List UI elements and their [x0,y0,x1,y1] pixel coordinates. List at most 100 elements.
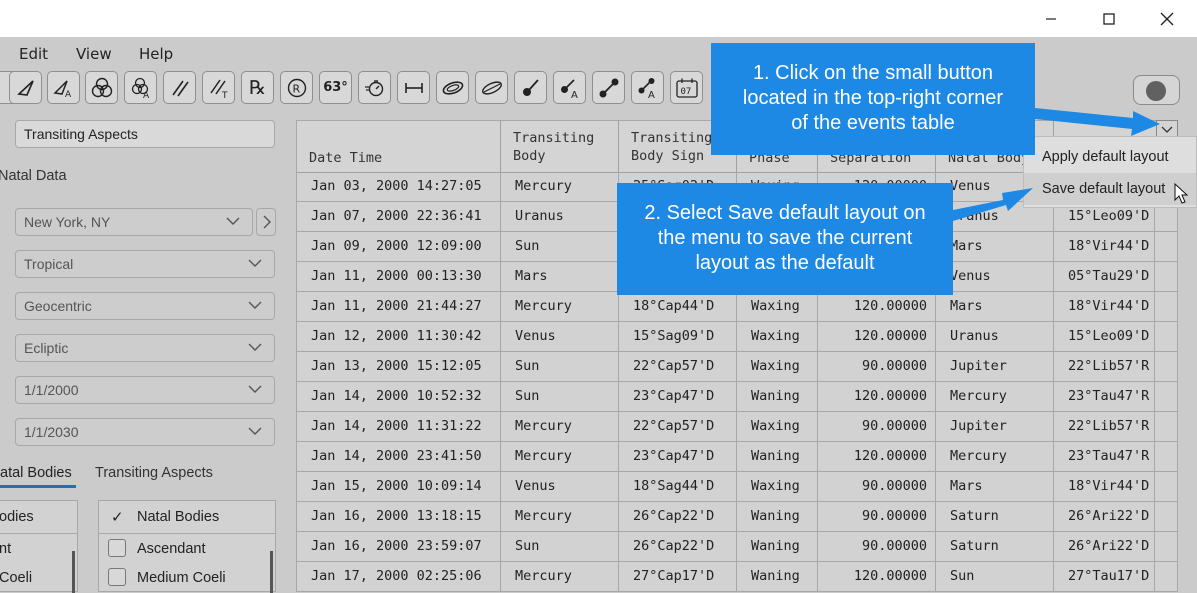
circles-button[interactable] [85,71,118,104]
scrollbar[interactable] [72,551,75,593]
header-label-line: Date Time [309,150,383,166]
end-date-picker[interactable]: 1/1/2030 [15,418,275,446]
location-expand-button[interactable] [256,208,276,236]
menu-bar: Edit View Help [0,37,700,71]
cell-natal-sign: 05°Tau29'D [1068,268,1150,284]
search-input[interactable]: Transiting Aspects [15,120,275,148]
right-list-header[interactable]: ✓ Natal Bodies [99,501,275,534]
left-list-header[interactable]: odies [0,501,77,534]
cell-phase: Waning [737,382,818,411]
column-divider [1154,292,1155,321]
brush-button[interactable] [514,71,547,104]
menu-edit[interactable]: Edit [19,45,48,63]
calendar-button[interactable]: 07 [670,71,703,104]
cell-date-time: Jan 07, 2000 22:36:41 [297,202,501,231]
callout-line: of the events table [791,112,955,134]
orbit-button[interactable] [436,71,469,104]
stopwatch-icon [364,79,383,96]
table-row[interactable]: Jan 15, 2000 10:09:14 Venus 18°Sag44'D Waxi… [297,472,1177,502]
cell-transiting-body: Mercury [501,172,619,201]
apply-default-layout-item[interactable]: Apply default layout [1024,141,1196,173]
column-divider [1154,352,1155,381]
cell-transiting-body: Mercury [501,412,619,441]
maximize-button[interactable] [1080,0,1138,37]
table-row[interactable]: Jan 14, 2000 10:52:32 Sun 23°Cap47'D Waning… [297,382,1177,412]
callout-line: layout as the default [695,252,875,274]
check-icon: ✓ [111,509,124,526]
cell-transiting-body: Mars [501,262,619,291]
location-dropdown[interactable]: New York, NY [15,208,253,236]
start-date-picker[interactable]: 1/1/2000 [15,376,275,404]
cell-transiting-body: Sun [501,232,619,261]
trine-aspect-button[interactable]: A [47,71,80,104]
theme-toggle[interactable] [1133,75,1180,105]
cell-body-sign: 22°Cap57'D [619,412,737,441]
span-button[interactable] [397,71,430,104]
trine-button[interactable] [9,71,42,104]
table-row[interactable]: Jan 17, 2000 02:25:06 Mercury 27°Cap17'D Wa… [297,562,1177,591]
table-row[interactable]: Jan 11, 2000 21:44:27 Mercury 18°Cap44'D Wa… [297,292,1177,322]
tab-transiting-aspects[interactable]: Transiting Aspects [95,465,213,481]
cell-natal-body: Mercury [936,442,1054,471]
brush-aspect-icon: A [560,78,578,99]
cell-transiting-body: Sun [501,532,619,561]
cell-date-time: Jan 11, 2000 21:44:27 [297,292,501,321]
list-item[interactable]: Coeli [0,570,32,586]
temperature-button[interactable]: 63° [319,71,352,104]
cell-transiting-body: Sun [501,382,619,411]
header-transiting-body[interactable]: Transiting Body [501,121,619,172]
save-default-layout-item[interactable]: Save default layout [1024,173,1196,205]
cell-date-time: Jan 03, 2000 14:27:05 [297,172,501,201]
checkbox-medium-coeli[interactable] [108,568,126,586]
zodiac-dropdown[interactable]: Tropical [15,250,275,278]
chevron-down-icon [248,259,262,267]
list-item[interactable]: nt [0,541,11,557]
cell-natal-sign: 26°Ari22'D [1068,508,1150,524]
cell-natal-body: Saturn [936,532,1054,561]
cell-natal-sign: 27°Tau17'D [1068,568,1150,584]
plane-dropdown[interactable]: Ecliptic [15,334,275,362]
cell-natal-body: Jupiter [936,412,1054,441]
perspective-dropdown[interactable]: Geocentric [15,292,275,320]
cell-natal-sign: 23°Tau47'R [1068,388,1150,404]
connect-aspect-button[interactable]: A [631,71,664,104]
zodiac-value: Tropical [24,256,74,272]
timer-button[interactable] [358,71,391,104]
table-row[interactable]: Jan 13, 2000 15:12:05 Sun 22°Cap57'D Waxing… [297,352,1177,382]
registered-button[interactable]: R [280,71,313,104]
cell-natal-sign: 22°Lib57'R [1068,358,1150,374]
connect-button[interactable] [592,71,625,104]
toggle-knob [1146,81,1166,101]
table-row[interactable]: Jan 16, 2000 23:59:07 Sun 26°Cap22'D Waning… [297,532,1177,562]
column-divider [1154,532,1155,561]
header-date-time[interactable]: Date Time [297,121,501,172]
parallel-button[interactable] [163,71,196,104]
checkbox-ascendant[interactable] [108,539,126,557]
scrollbar[interactable] [270,551,273,593]
table-row[interactable]: Jan 12, 2000 11:30:42 Venus 15°Sag09'D Waxi… [297,322,1177,352]
minimize-button[interactable] [1022,0,1080,37]
orbit-line-icon [481,80,502,95]
trine-aspect-icon: A [52,79,72,98]
cell-phase: Waxing [737,322,818,351]
menu-view[interactable]: View [76,45,112,63]
cell-transiting-body: Sun [501,352,619,381]
tab-natal-bodies[interactable]: atal Bodies [0,465,72,481]
parallel-transit-button[interactable]: T [202,71,235,104]
circles-aspect-button[interactable]: A [124,71,157,104]
table-row[interactable]: Jan 14, 2000 11:31:22 Mercury 22°Cap57'D Wa… [297,412,1177,442]
cell-transiting-body: Venus [501,472,619,501]
close-icon [1160,12,1174,25]
cell-separation: 120.00000 [818,562,936,591]
column-divider [1154,442,1155,471]
retrograde-button[interactable]: ℞ [241,71,274,104]
cell-phase: Waxing [737,472,818,501]
cell-phase: Waxing [737,412,818,441]
table-row[interactable]: Jan 16, 2000 13:18:15 Mercury 26°Cap22'D Wa… [297,502,1177,532]
menu-help[interactable]: Help [139,45,173,63]
toolbar: A A T ℞ R 63° A A 07 [0,71,710,109]
close-button[interactable] [1138,0,1196,37]
brush-aspect-button[interactable]: A [553,71,586,104]
table-row[interactable]: Jan 14, 2000 23:41:50 Mercury 23°Cap47'D Wa… [297,442,1177,472]
orbit-line-button[interactable] [475,71,508,104]
